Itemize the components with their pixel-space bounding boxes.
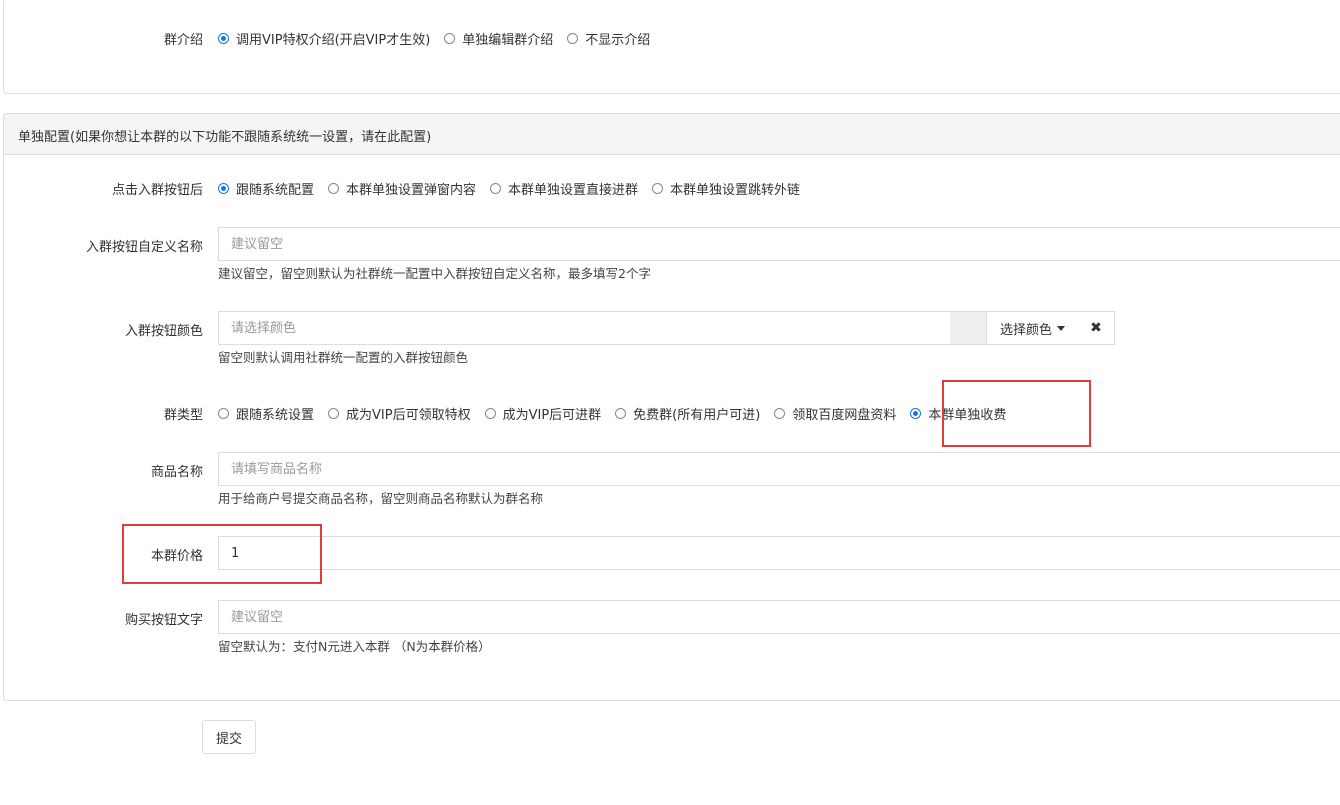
- group-price-input[interactable]: [218, 536, 1340, 570]
- group-type-option-free[interactable]: 免费群(所有用户可进): [615, 404, 760, 423]
- join-button-color-input[interactable]: [218, 311, 950, 345]
- intro-panel: [3, 0, 1340, 94]
- group-intro-option-vip[interactable]: 调用VIP特权介绍(开启VIP才生效): [218, 29, 430, 48]
- buy-button-text-input[interactable]: [218, 600, 1340, 634]
- group-type-option-system[interactable]: 跟随系统设置: [218, 404, 314, 423]
- join-button-name-input[interactable]: [218, 227, 1340, 261]
- buy-button-text-label: 购买按钮文字: [124, 613, 203, 628]
- radio-icon[interactable]: [218, 33, 229, 44]
- select-color-button[interactable]: 选择颜色: [986, 311, 1079, 345]
- caret-down-icon: [1057, 325, 1065, 331]
- group-intro-radios: 调用VIP特权介绍(开启VIP才生效) 单独编辑群介绍 不显示介绍: [218, 29, 650, 48]
- join-button-name-help: 建议留空，留空则默认为社群统一配置中入群按钮自定义名称，最多填写2个字: [218, 266, 651, 281]
- join-action-option-system[interactable]: 跟随系统配置: [218, 179, 314, 198]
- radio-icon[interactable]: [328, 408, 340, 419]
- group-intro-option-custom[interactable]: 单独编辑群介绍: [444, 29, 553, 48]
- product-name-label: 商品名称: [150, 465, 203, 480]
- radio-icon[interactable]: [444, 33, 456, 44]
- join-action-option-link[interactable]: 本群单独设置跳转外链: [652, 179, 800, 198]
- group-intro-option-hide[interactable]: 不显示介绍: [567, 29, 650, 48]
- color-swatch: [950, 311, 986, 345]
- close-icon: ✖: [1090, 320, 1102, 336]
- radio-icon[interactable]: [218, 183, 229, 194]
- join-button-color-label: 入群按钮颜色: [124, 324, 203, 339]
- radio-icon[interactable]: [328, 183, 340, 194]
- radio-icon[interactable]: [774, 408, 786, 419]
- join-action-option-direct[interactable]: 本群单独设置直接进群: [490, 179, 638, 198]
- group-intro-label: 群介绍: [163, 33, 203, 48]
- product-name-input[interactable]: [218, 452, 1340, 486]
- submit-button[interactable]: 提交: [202, 720, 256, 754]
- join-action-label: 点击入群按钮后: [111, 183, 203, 198]
- radio-icon[interactable]: [484, 408, 496, 419]
- clear-color-button[interactable]: ✖: [1078, 311, 1115, 345]
- join-button-name-label: 入群按钮自定义名称: [85, 240, 203, 255]
- product-name-help: 用于给商户号提交商品名称，留空则商品名称默认为群名称: [218, 491, 544, 506]
- group-type-radios: 跟随系统设置 成为VIP后可领取特权 成为VIP后可进群 免费群(所有用户可进)…: [218, 404, 1006, 423]
- join-action-option-popup[interactable]: 本群单独设置弹窗内容: [328, 179, 476, 198]
- buy-button-text-help: 留空默认为：支付N元进入本群 （N为本群价格）: [218, 639, 491, 654]
- radio-icon[interactable]: [652, 183, 664, 194]
- panel-heading-text: 单独配置(如果你想让本群的以下功能不跟随系统统一设置，请在此配置): [18, 130, 432, 145]
- radio-icon[interactable]: [910, 408, 922, 419]
- radio-icon[interactable]: [490, 183, 502, 194]
- join-action-radios: 跟随系统配置 本群单独设置弹窗内容 本群单独设置直接进群 本群单独设置跳转外链: [218, 179, 800, 198]
- join-button-color-help: 留空则默认调用社群统一配置的入群按钮颜色: [218, 350, 469, 365]
- panel-heading: 单独配置(如果你想让本群的以下功能不跟随系统统一设置，请在此配置): [4, 114, 1340, 155]
- highlight-box-paid-option: [942, 380, 1091, 447]
- group-type-option-baidu[interactable]: 领取百度网盘资料: [774, 404, 896, 423]
- radio-icon[interactable]: [567, 33, 579, 44]
- highlight-box-price: [122, 524, 322, 584]
- radio-icon[interactable]: [615, 408, 627, 419]
- group-type-option-vip-join[interactable]: 成为VIP后可进群: [484, 404, 601, 423]
- group-type-label: 群类型: [163, 408, 203, 423]
- radio-icon[interactable]: [218, 408, 229, 419]
- group-type-option-vip-privilege[interactable]: 成为VIP后可领取特权: [328, 404, 471, 423]
